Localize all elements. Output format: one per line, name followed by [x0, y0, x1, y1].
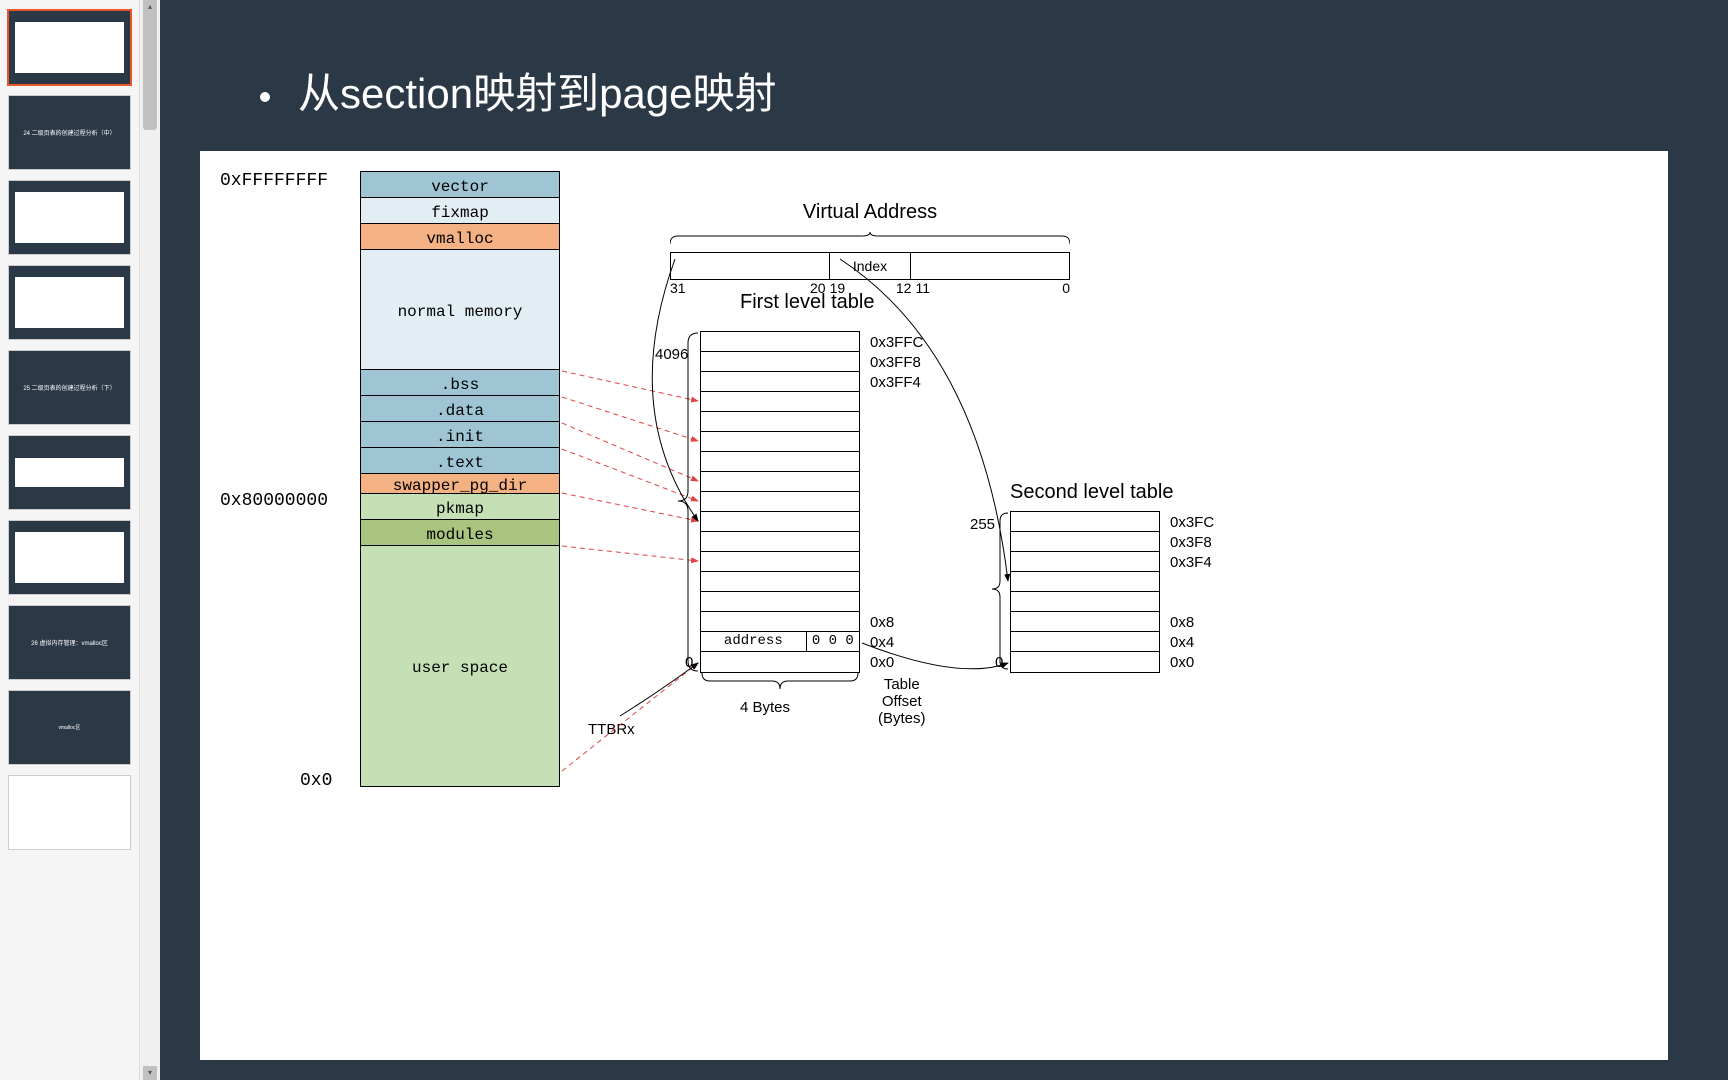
mem-vmalloc: vmalloc: [361, 224, 559, 250]
mem--data: .data: [361, 396, 559, 422]
va-seg-0: [671, 253, 830, 279]
flt-offset-label: Table Offset (Bytes): [878, 676, 926, 727]
slide-thumb-5[interactable]: 25 二级页表的创建过程分析（下）: [8, 350, 131, 425]
flt-title: First level table: [740, 291, 875, 314]
flt-off: 0x3FF8: [870, 354, 921, 371]
virtual-address-box: Virtual Address Index 31 20 19 12 11 0: [670, 201, 1070, 296]
mem-fixmap: fixmap: [361, 198, 559, 224]
first-level-table: address0 0 0: [700, 331, 860, 673]
flt-off: 0x0: [870, 654, 894, 671]
slide-thumb-3[interactable]: [8, 180, 131, 255]
bullet-icon: [260, 92, 270, 102]
mem--text: .text: [361, 448, 559, 474]
slt-off: 0x8: [1170, 614, 1194, 631]
title-text: 从section映射到page映射: [298, 70, 777, 117]
slide-thumb-6[interactable]: [8, 435, 131, 510]
slide-thumb-2[interactable]: 24 二级页表的创建过程分析（中）: [8, 95, 131, 170]
slt-off: 0x3F8: [1170, 534, 1212, 551]
va-bit: 11: [915, 280, 930, 296]
flt-bytes: 4 Bytes: [740, 699, 790, 716]
va-bit: 0: [930, 280, 1070, 296]
flt-off: 0x3FF4: [870, 374, 921, 391]
second-level-table: [1010, 511, 1160, 673]
thumb-label: 24 二级页表的创建过程分析（中）: [23, 128, 115, 137]
flt-count: 4096: [655, 346, 688, 363]
scroll-down-icon[interactable]: ▾: [143, 1066, 157, 1080]
flt-zero: 0: [685, 654, 693, 671]
mem--init: .init: [361, 422, 559, 448]
addr-top: 0xFFFFFFFF: [220, 171, 328, 191]
slide-thumbnail-panel[interactable]: 24 二级页表的创建过程分析（中） 25 二级页表的创建过程分析（下） 26 虚…: [0, 0, 140, 1080]
flt-off: 0x4: [870, 634, 894, 651]
addr-mid: 0x80000000: [220, 491, 328, 511]
slt-off: 0x4: [1170, 634, 1194, 651]
scroll-thumb[interactable]: [143, 10, 157, 130]
slide-title: 从section映射到page映射: [260, 60, 1688, 121]
slide-canvas: 从section映射到page映射 0xFFFFFFFF 0x80000000 …: [160, 0, 1728, 1080]
slt-title: Second level table: [1010, 481, 1173, 504]
slide-thumb-1[interactable]: [8, 10, 131, 85]
thumb-label: 25 二级页表的创建过程分析（下）: [23, 383, 115, 392]
mem-pkmap: pkmap: [361, 494, 559, 520]
mem--bss: .bss: [361, 370, 559, 396]
slt-zero: 0: [995, 654, 1003, 671]
mem-modules: modules: [361, 520, 559, 546]
mem-normal-memory: normal memory: [361, 250, 559, 370]
mem-vector: vector: [361, 172, 559, 198]
slide-thumb-9[interactable]: vmalloc区: [8, 690, 131, 765]
memory-diagram: 0xFFFFFFFF 0x80000000 0x0 vectorfixmapvm…: [200, 151, 1668, 1060]
slide-thumb-10[interactable]: [8, 775, 131, 850]
memory-map-column: vectorfixmapvmallocnormal memory.bss.dat…: [360, 171, 560, 787]
addr-bottom: 0x0: [300, 771, 332, 791]
slt-off: 0x0: [1170, 654, 1194, 671]
slt-off: 0x3F4: [1170, 554, 1212, 571]
mem-swapper_pg_dir: swapper_pg_dir: [361, 474, 559, 494]
slide-thumb-4[interactable]: [8, 265, 131, 340]
thumb-label: 26 虚拟内存管理：vmalloc区: [31, 638, 108, 647]
bracket-icon: [670, 232, 1070, 246]
va-title: Virtual Address: [670, 201, 1070, 224]
slide-thumb-7[interactable]: [8, 520, 131, 595]
thumb-label: vmalloc区: [59, 724, 81, 731]
mem-user-space: user space: [361, 546, 559, 786]
slt-off: 0x3FC: [1170, 514, 1214, 531]
va-seg-2: [911, 253, 1069, 279]
ttbr-label: TTBRx: [588, 721, 635, 738]
flt-off: 0x8: [870, 614, 894, 631]
slt-count: 255: [970, 516, 995, 533]
flt-off: 0x3FFC: [870, 334, 923, 351]
thumbnail-scrollbar[interactable]: ▴ ▾: [140, 0, 160, 1080]
slide-thumb-8[interactable]: 26 虚拟内存管理：vmalloc区: [8, 605, 131, 680]
va-seg-index: Index: [830, 253, 910, 279]
